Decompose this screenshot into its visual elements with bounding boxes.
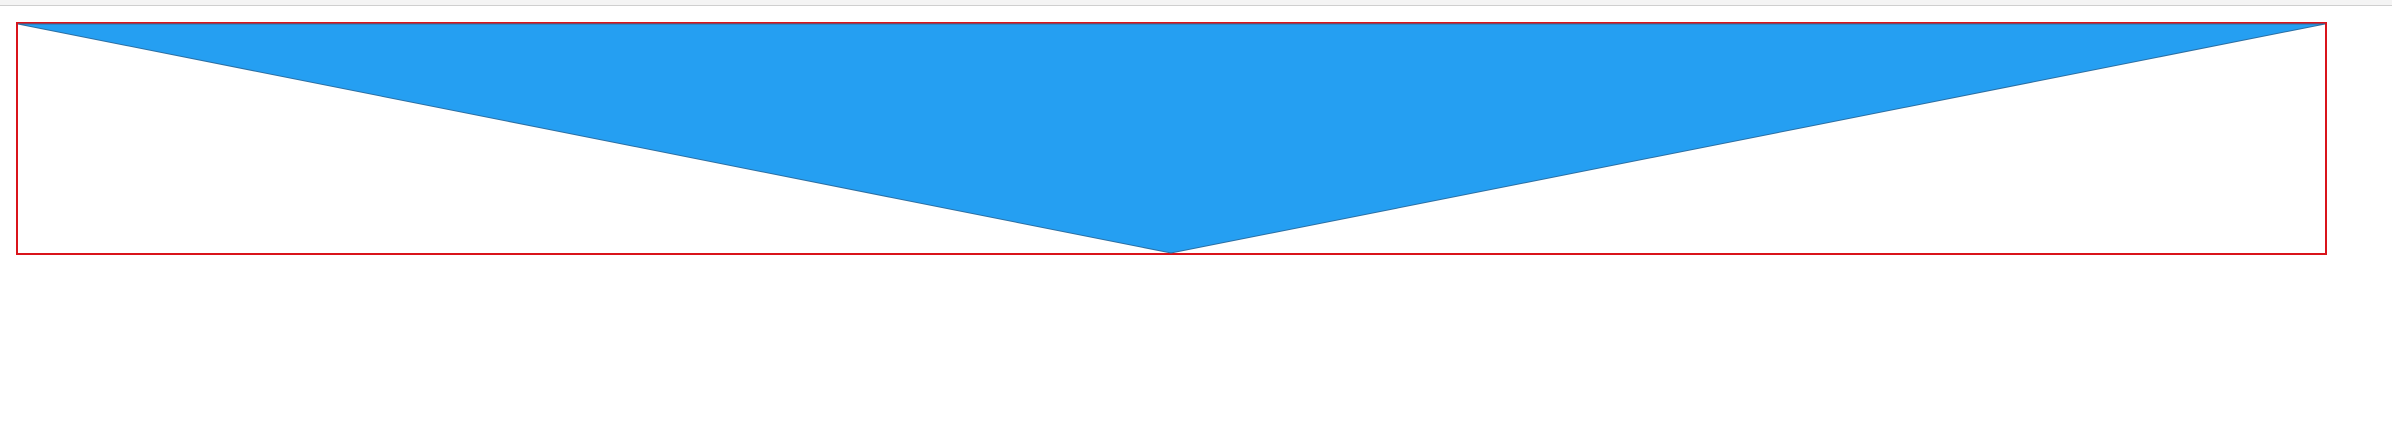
diagram-canvas xyxy=(0,0,2392,426)
diagram-svg xyxy=(16,22,2327,255)
inverted-triangle xyxy=(17,23,2326,254)
